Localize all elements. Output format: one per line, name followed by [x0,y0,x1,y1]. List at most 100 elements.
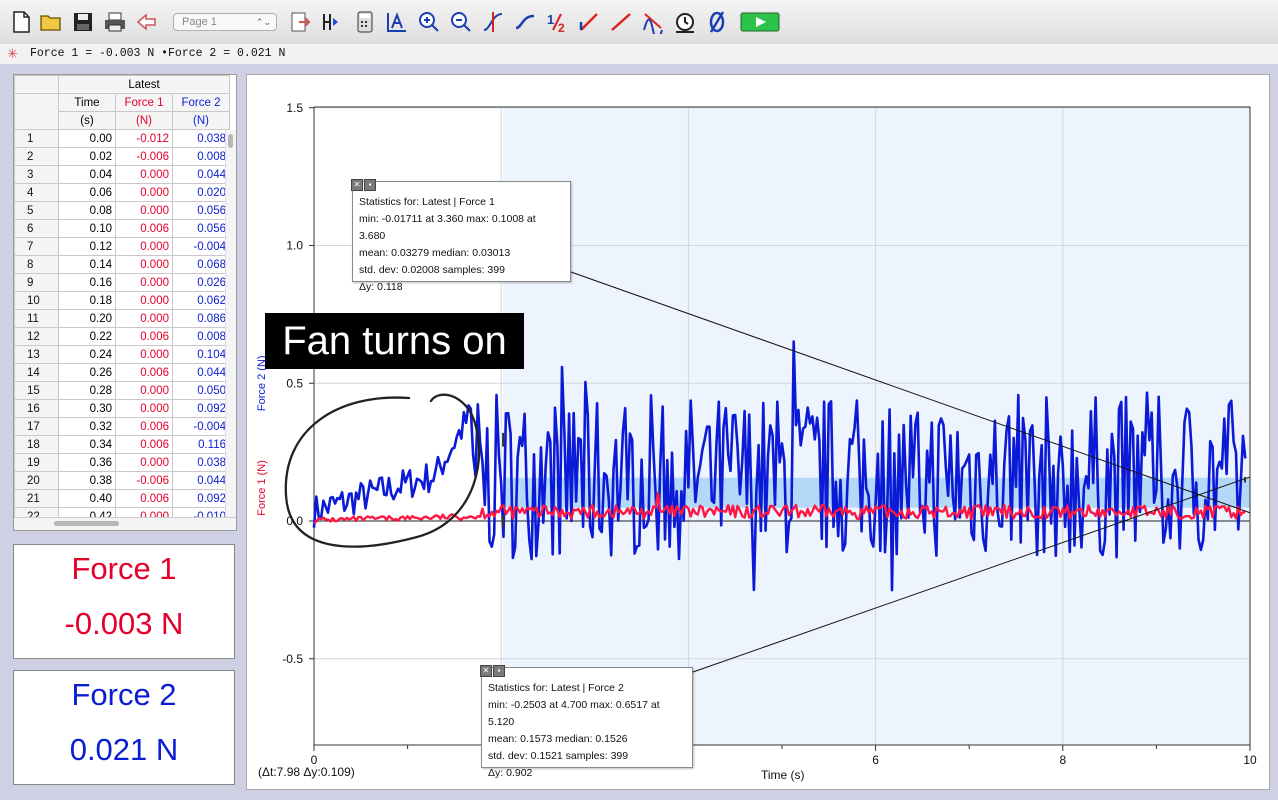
new-file-icon[interactable] [8,8,34,36]
cell-time[interactable]: 0.02 [58,147,116,166]
cell-force2[interactable]: 0.008 [172,327,230,346]
fan-annotation[interactable]: Fan turns on [265,313,524,369]
options-icon[interactable]: ▪ [493,665,505,677]
save-icon[interactable] [70,8,96,36]
cell-time[interactable]: 0.00 [58,129,116,148]
cell-force2[interactable]: 0.038 [172,129,230,148]
open-folder-icon[interactable] [38,8,64,36]
cell-time[interactable]: 0.20 [58,309,116,328]
cell-force2[interactable]: 0.116 [172,435,230,454]
cell-force1[interactable]: 0.000 [115,399,173,418]
calculator-icon[interactable] [352,8,378,36]
cell-force1[interactable]: 0.000 [115,345,173,364]
cell-time[interactable]: 0.38 [58,471,116,490]
cell-time[interactable]: 0.34 [58,435,116,454]
table-row[interactable]: 4 0.06 0.000 0.020 [14,183,230,202]
data-browser-icon[interactable] [320,8,346,36]
linear-fit-icon[interactable] [608,8,634,36]
cell-force1[interactable]: 0.000 [115,381,173,400]
cell-time[interactable]: 0.12 [58,237,116,256]
cell-force2[interactable]: 0.056 [172,201,230,220]
cell-force1[interactable]: 0.006 [115,327,173,346]
zero-icon[interactable] [704,8,730,36]
curve-fit-icon[interactable] [640,8,666,36]
table-row[interactable]: 11 0.20 0.000 0.086 [14,309,230,328]
autoscale-icon[interactable] [384,8,410,36]
stats-box-force1[interactable]: ✕ ▪ Statistics for: Latest | Force 1 min:… [351,179,571,293]
cell-time[interactable]: 0.28 [58,381,116,400]
cell-time[interactable]: 0.06 [58,183,116,202]
table-row[interactable]: 18 0.34 0.006 0.116 [14,435,230,454]
table-row[interactable]: 19 0.36 0.000 0.038 [14,453,230,472]
meter-force1[interactable]: Force 1 -0.003 N [13,544,235,659]
print-icon[interactable] [102,8,128,36]
cell-force2[interactable]: 0.008 [172,147,230,166]
close-icon[interactable]: ✕ [480,665,492,677]
table-row[interactable]: 3 0.04 0.000 0.044 [14,165,230,184]
collect-icon[interactable] [740,8,780,36]
cell-force1[interactable]: 0.000 [115,273,173,292]
table-row[interactable]: 1 0.00 -0.012 0.038 [14,129,230,148]
table-row[interactable]: 14 0.26 0.006 0.044 [14,363,230,382]
data-table[interactable]: Latest Time Force 1 Force 2 (s) (N) (N) … [13,74,237,531]
next-page-icon[interactable] [288,8,314,36]
scroll-thumb[interactable] [228,134,233,148]
col-header-time[interactable]: Time [58,93,116,112]
undo-icon[interactable] [134,8,160,36]
cell-time[interactable]: 0.30 [58,399,116,418]
table-row[interactable]: 20 0.38 -0.006 0.044 [14,471,230,490]
col-header-force1[interactable]: Force 1 [115,93,173,112]
cell-force2[interactable]: 0.062 [172,291,230,310]
cell-force1[interactable]: -0.006 [115,471,173,490]
zoom-in-icon[interactable] [416,8,442,36]
cell-time[interactable]: 0.26 [58,363,116,382]
meter-force2[interactable]: Force 2 0.021 N [13,670,235,785]
cell-force2[interactable]: -0.004 [172,237,230,256]
cell-time[interactable]: 0.16 [58,273,116,292]
cell-force2[interactable]: 0.044 [172,471,230,490]
cell-time[interactable]: 0.24 [58,345,116,364]
cell-force1[interactable]: 0.000 [115,237,173,256]
cell-force1[interactable]: 0.006 [115,435,173,454]
cell-force2[interactable]: -0.004 [172,417,230,436]
cell-force2[interactable]: 0.068 [172,255,230,274]
cell-force1[interactable]: -0.012 [115,129,173,148]
cell-force2[interactable]: 0.086 [172,309,230,328]
tangent-icon[interactable] [512,8,538,36]
selection-region[interactable] [503,107,1250,745]
table-row[interactable]: 17 0.32 0.006 -0.004 [14,417,230,436]
timer-icon[interactable] [672,8,698,36]
cell-force2[interactable]: 0.044 [172,165,230,184]
cell-time[interactable]: 0.32 [58,417,116,436]
cell-force1[interactable]: 0.006 [115,417,173,436]
cell-time[interactable]: 0.36 [58,453,116,472]
cell-time[interactable]: 0.18 [58,291,116,310]
page-selector[interactable]: Page 1 ⌃⌄ [173,13,277,31]
table-row[interactable]: 16 0.30 0.000 0.092 [14,399,230,418]
table-row[interactable]: 2 0.02 -0.006 0.008 [14,147,230,166]
cell-force1[interactable]: 0.000 [115,453,173,472]
cell-force1[interactable]: 0.000 [115,201,173,220]
table-row[interactable]: 7 0.12 0.000 -0.004 [14,237,230,256]
cell-force2[interactable]: 0.020 [172,183,230,202]
table-row[interactable]: 8 0.14 0.000 0.068 [14,255,230,274]
cell-force1[interactable]: 0.000 [115,291,173,310]
integral-icon[interactable]: 12 [544,8,570,36]
cell-force1[interactable]: 0.006 [115,489,173,508]
cell-time[interactable]: 0.10 [58,219,116,238]
cell-force1[interactable]: 0.000 [115,183,173,202]
table-horizontal-scrollbar[interactable] [14,517,236,530]
cell-force1[interactable]: 0.000 [115,309,173,328]
cell-time[interactable]: 0.08 [58,201,116,220]
cell-time[interactable]: 0.40 [58,489,116,508]
cell-force2[interactable]: 0.026 [172,273,230,292]
graph-panel[interactable]: 1.51.00.50.0-0.50246810Force 1 (N)Force … [246,74,1270,790]
cell-force1[interactable]: 0.006 [115,363,173,382]
table-row[interactable]: 15 0.28 0.000 0.050 [14,381,230,400]
table-row[interactable]: 5 0.08 0.000 0.056 [14,201,230,220]
cell-force1[interactable]: -0.006 [115,147,173,166]
table-row[interactable]: 10 0.18 0.000 0.062 [14,291,230,310]
scroll-thumb[interactable] [54,521,119,526]
cell-force2[interactable]: 0.092 [172,489,230,508]
cell-force2[interactable]: 0.044 [172,363,230,382]
